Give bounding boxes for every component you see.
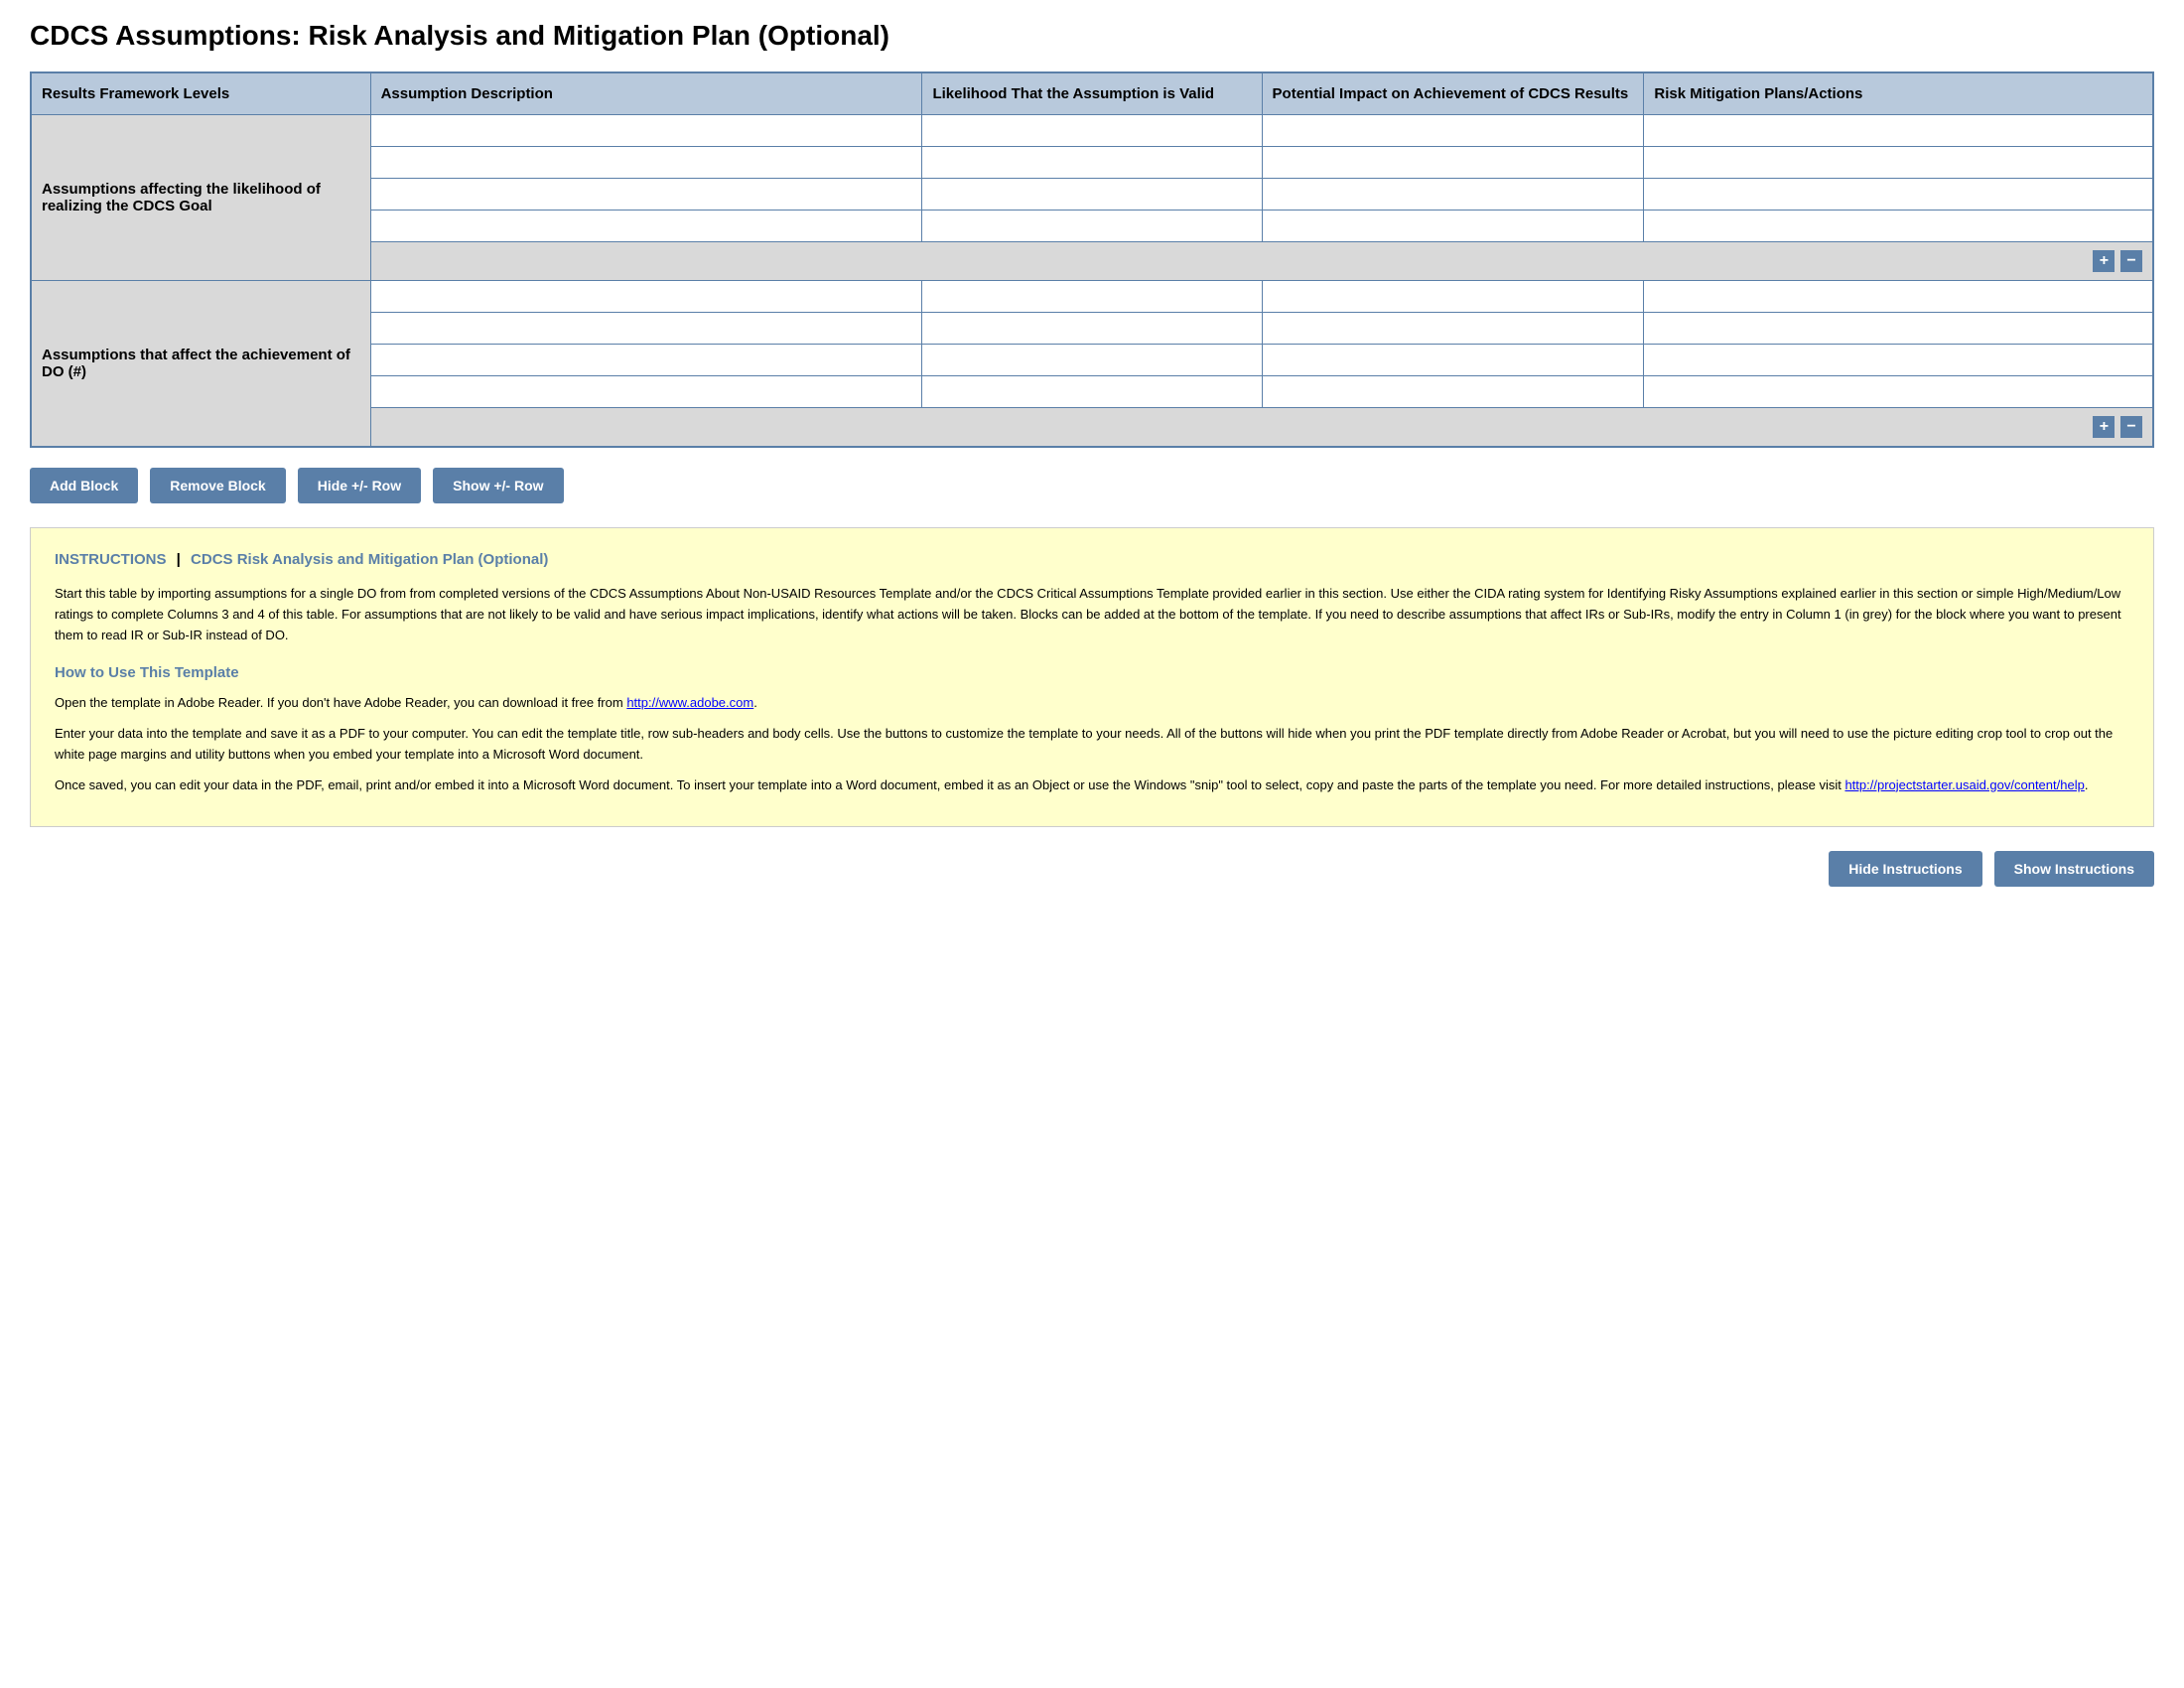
goal-likelihood-1[interactable]: [922, 115, 1262, 147]
do-likelihood-2[interactable]: [922, 313, 1262, 345]
do-impact-2[interactable]: [1262, 313, 1644, 345]
add-block-button[interactable]: Add Block: [30, 468, 138, 503]
goal-likelihood-2[interactable]: [922, 147, 1262, 179]
adobe-link[interactable]: http://www.adobe.com: [626, 695, 753, 710]
main-table: Results Framework Levels Assumption Desc…: [30, 71, 2154, 448]
do-plusminus-cell: + −: [370, 408, 2153, 448]
col-header-likelihood: Likelihood That the Assumption is Valid: [922, 72, 1262, 115]
do-likelihood-4[interactable]: [922, 376, 1262, 408]
goal-assumption-desc-3[interactable]: [370, 179, 922, 211]
how-to-body1-end: .: [753, 695, 757, 710]
do-assumption-desc-3[interactable]: [370, 345, 922, 376]
goal-likelihood-3[interactable]: [922, 179, 1262, 211]
goal-impact-4[interactable]: [1262, 211, 1644, 242]
hide-row-button[interactable]: Hide +/- Row: [298, 468, 421, 503]
instructions-pipe: |: [177, 551, 181, 568]
do-impact-1[interactable]: [1262, 281, 1644, 313]
col-header-potential-impact: Potential Impact on Achievement of CDCS …: [1262, 72, 1644, 115]
do-plus-button[interactable]: +: [2093, 416, 2115, 438]
goal-mitigation-4[interactable]: [1644, 211, 2153, 242]
remove-block-button[interactable]: Remove Block: [150, 468, 285, 503]
section-goal-header: Assumptions affecting the likelihood of …: [31, 115, 370, 281]
how-to-body3-prefix: Once saved, you can edit your data in th…: [55, 777, 1844, 792]
goal-likelihood-4[interactable]: [922, 211, 1262, 242]
do-mitigation-4[interactable]: [1644, 376, 2153, 408]
col-header-risk-mitigation: Risk Mitigation Plans/Actions: [1644, 72, 2153, 115]
do-mitigation-1[interactable]: [1644, 281, 2153, 313]
how-to-title: How to Use This Template: [55, 661, 2129, 685]
do-likelihood-3[interactable]: [922, 345, 1262, 376]
how-to-body2: Enter your data into the template and sa…: [55, 724, 2129, 766]
how-to-body1: Open the template in Adobe Reader. If yo…: [55, 693, 2129, 714]
col-header-assumption-description: Assumption Description: [370, 72, 922, 115]
section-do-row-1: Assumptions that affect the achievement …: [31, 281, 2153, 313]
goal-impact-1[interactable]: [1262, 115, 1644, 147]
show-instructions-button[interactable]: Show Instructions: [1994, 851, 2154, 887]
goal-mitigation-1[interactable]: [1644, 115, 2153, 147]
do-mitigation-3[interactable]: [1644, 345, 2153, 376]
page-title: CDCS Assumptions: Risk Analysis and Miti…: [30, 20, 2154, 52]
do-assumption-desc-1[interactable]: [370, 281, 922, 313]
show-row-button[interactable]: Show +/- Row: [433, 468, 563, 503]
goal-plusminus-cell: + −: [370, 242, 2153, 281]
goal-assumption-desc-2[interactable]: [370, 147, 922, 179]
do-assumption-desc-2[interactable]: [370, 313, 922, 345]
goal-plus-button[interactable]: +: [2093, 250, 2115, 272]
do-likelihood-1[interactable]: [922, 281, 1262, 313]
goal-assumption-desc-4[interactable]: [370, 211, 922, 242]
action-buttons-row: Add Block Remove Block Hide +/- Row Show…: [30, 468, 2154, 503]
hide-instructions-button[interactable]: Hide Instructions: [1829, 851, 1981, 887]
instructions-subtitle: CDCS Risk Analysis and Mitigation Plan (…: [191, 551, 548, 568]
goal-mitigation-2[interactable]: [1644, 147, 2153, 179]
how-to-body3-end: .: [2085, 777, 2089, 792]
bottom-buttons-row: Hide Instructions Show Instructions: [30, 851, 2154, 887]
instructions-title: INSTRUCTIONS | CDCS Risk Analysis and Mi…: [55, 548, 2129, 572]
col-header-results-framework: Results Framework Levels: [31, 72, 370, 115]
section-goal-row-1: Assumptions affecting the likelihood of …: [31, 115, 2153, 147]
section-do-header: Assumptions that affect the achievement …: [31, 281, 370, 448]
do-minus-button[interactable]: −: [2120, 416, 2142, 438]
do-impact-4[interactable]: [1262, 376, 1644, 408]
goal-impact-3[interactable]: [1262, 179, 1644, 211]
instructions-label: INSTRUCTIONS: [55, 551, 167, 568]
goal-assumption-desc-1[interactable]: [370, 115, 922, 147]
do-impact-3[interactable]: [1262, 345, 1644, 376]
goal-mitigation-3[interactable]: [1644, 179, 2153, 211]
instructions-body1: Start this table by importing assumption…: [55, 584, 2129, 645]
usaid-help-link[interactable]: http://projectstarter.usaid.gov/content/…: [1844, 777, 2084, 792]
do-assumption-desc-4[interactable]: [370, 376, 922, 408]
do-mitigation-2[interactable]: [1644, 313, 2153, 345]
how-to-body3: Once saved, you can edit your data in th…: [55, 775, 2129, 796]
table-header-row: Results Framework Levels Assumption Desc…: [31, 72, 2153, 115]
instructions-box: INSTRUCTIONS | CDCS Risk Analysis and Mi…: [30, 527, 2154, 827]
how-to-body1-text: Open the template in Adobe Reader. If yo…: [55, 695, 626, 710]
goal-impact-2[interactable]: [1262, 147, 1644, 179]
goal-minus-button[interactable]: −: [2120, 250, 2142, 272]
